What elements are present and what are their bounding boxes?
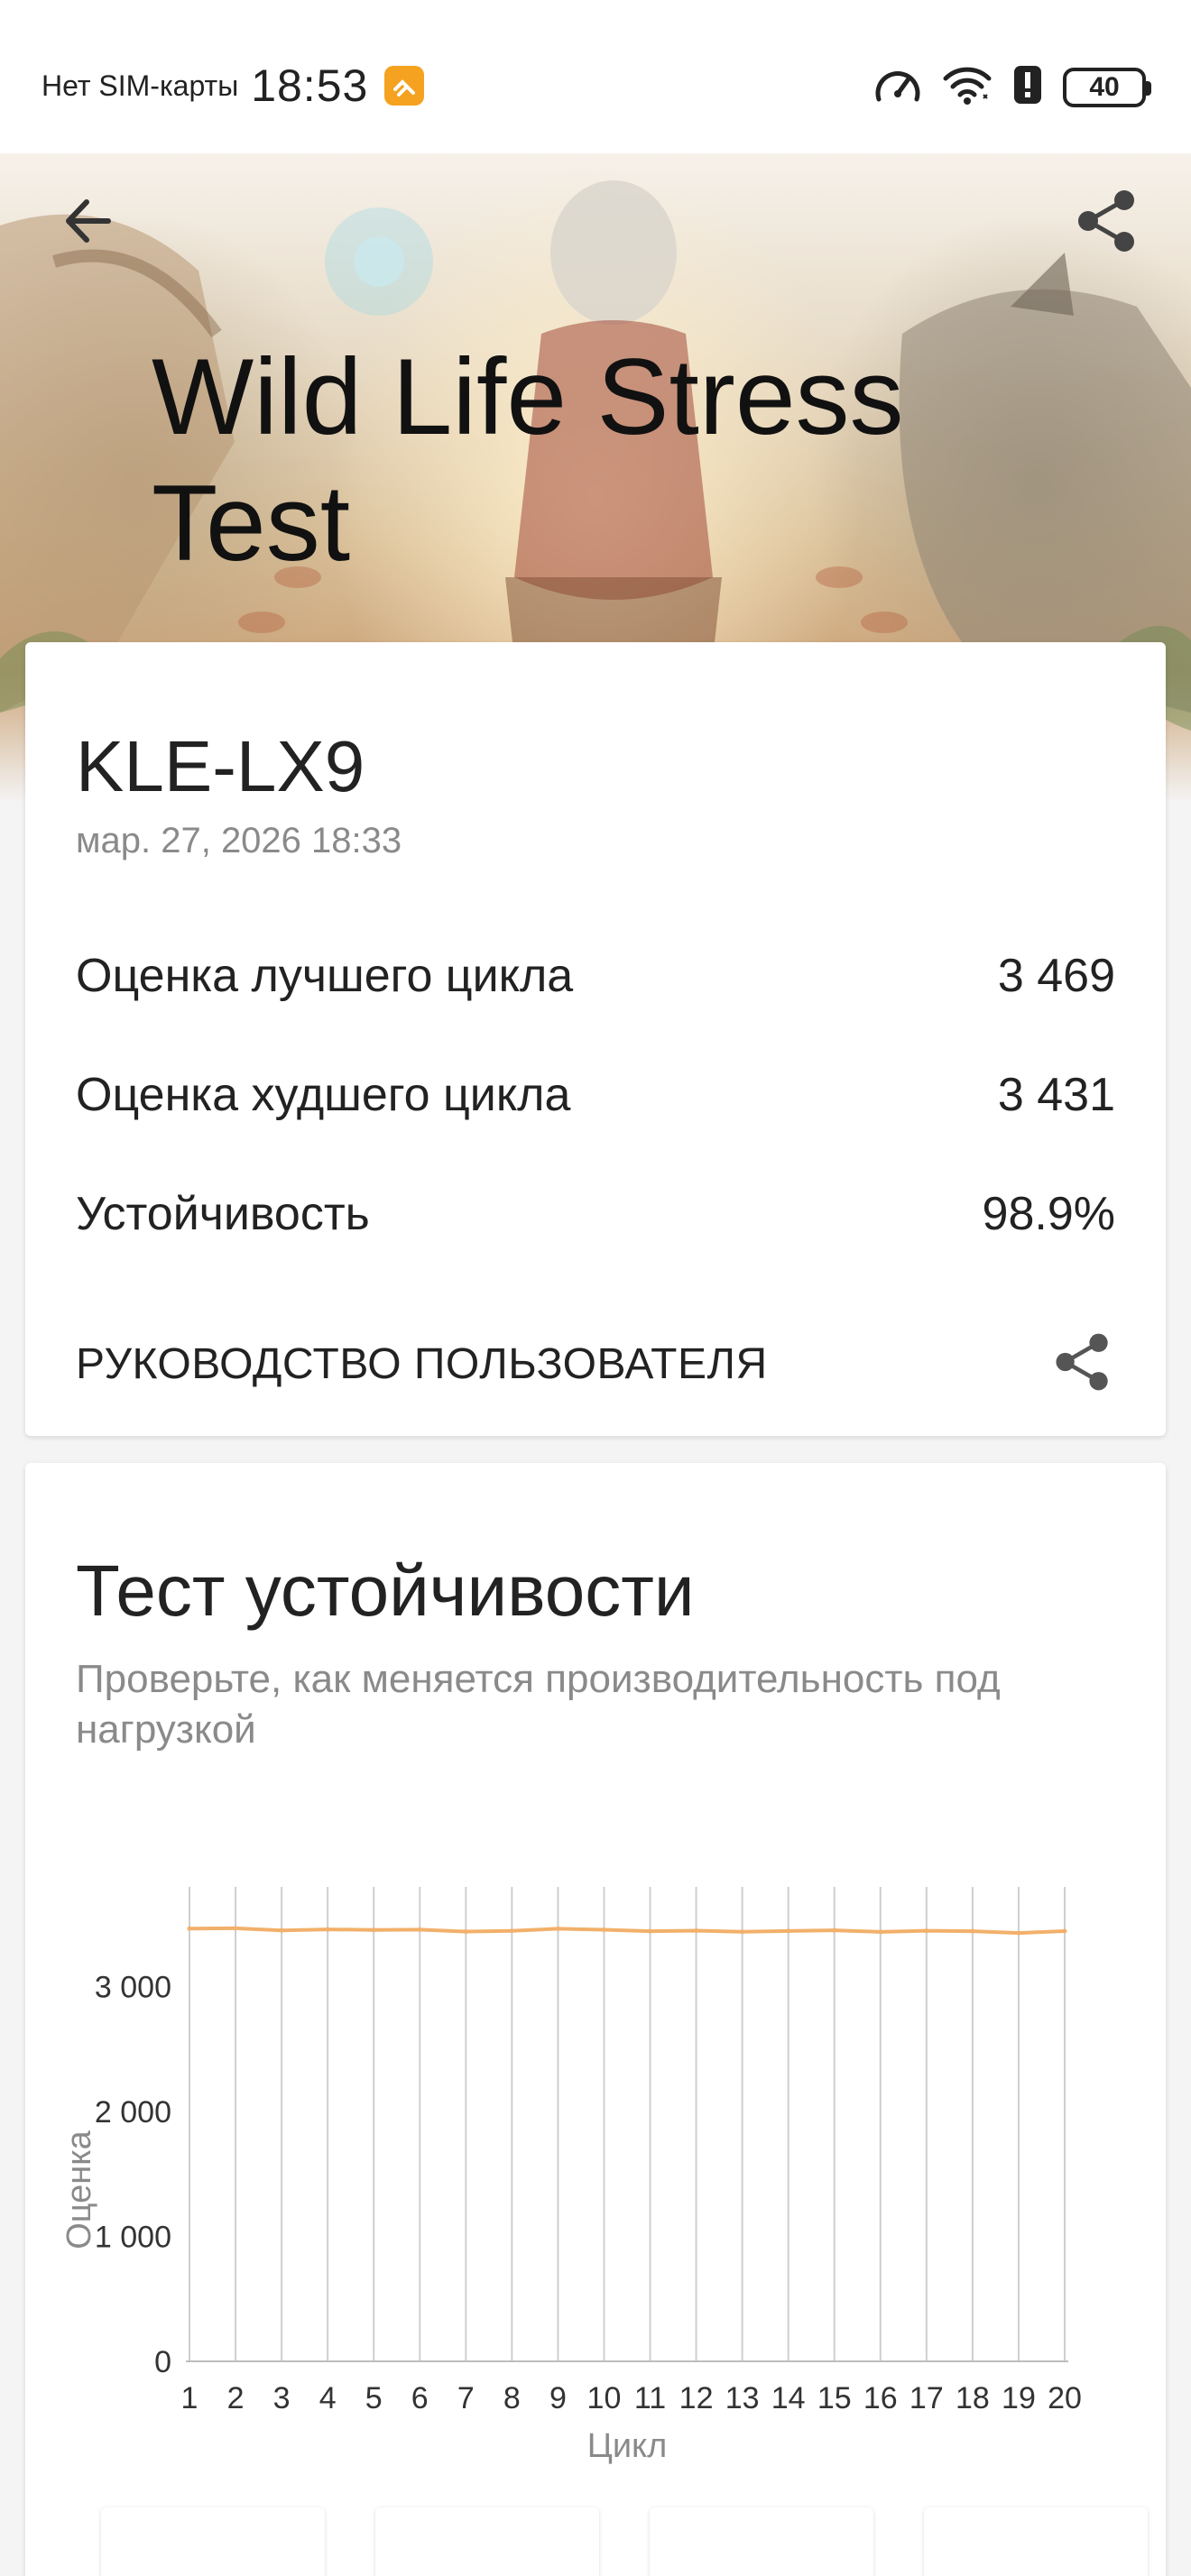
header-share-button[interactable] [1072,186,1142,256]
data-point [371,1927,376,1933]
stability-card: Тест устойчивости Проверьте, как меняетс… [25,1463,1166,2576]
score-tile[interactable]: 3469 [375,2507,599,2576]
x-tick-label: 11 [634,2381,666,2415]
worst-loop-value: 3 431 [997,1069,1115,1121]
y-axis-title: Оценка [60,2130,98,2249]
x-tick-label: 5 [365,2381,383,2415]
y-tick-label: 2 000 [95,2095,171,2130]
data-point [878,1929,883,1935]
stability-subtitle: Проверьте, как меняется производительнос… [76,1657,1001,1752]
data-point [970,1928,975,1934]
x-tick-label: 6 [411,2381,429,2415]
score-tiles: 3466 3469 3451 3460 [101,2507,1148,2576]
x-tick-label: 10 [587,2381,622,2415]
battery-alert-icon [1012,64,1043,110]
notification-app-icon [384,66,425,106]
chart-canvas: 01 0002 0003 0001 2 3 4 5 6 7 8 9 10 11 12 13 14 15 16 1… [60,1887,1082,2465]
stability-value: 98.9% [982,1188,1115,1240]
data-point [924,1928,929,1934]
device-name: KLE-LX9 [76,726,365,806]
series-line [189,1926,1066,1936]
best-loop-value: 3 469 [997,950,1115,1002]
x-tick-label: 12 [679,2381,714,2415]
score-tile[interactable]: 3466 [101,2507,325,2576]
status-bar: Нет SIM-карты 18:53 40 [0,0,1191,153]
battery-icon: 40 [1063,67,1151,107]
x-tick-label: 1 [181,2381,198,2415]
data-point [463,1929,468,1935]
x-tick-label: 20 [1048,2381,1082,2415]
clock: 18:53 [251,60,369,111]
x-tick-label: 2 [227,2381,245,2415]
wifi-icon [942,64,992,110]
guide-share-button[interactable] [1050,1329,1115,1399]
data-point [279,1927,284,1933]
share-icon [1078,190,1134,252]
data-point [694,1927,699,1933]
x-tick-label: 14 [771,2381,806,2415]
x-axis-title: Цикл [587,2427,668,2465]
x-tick-label: 13 [725,2381,760,2415]
x-tick-label: 4 [319,2381,337,2415]
data-point [601,1927,606,1932]
user-guide-link[interactable]: РУКОВОДСТВО ПОЛЬЗОВАТЕЛЯ [76,1310,1115,1418]
data-point [555,1926,560,1931]
x-tick-label: 17 [909,2381,944,2415]
best-loop-label: Оценка лучшего цикла [76,950,574,1002]
data-point [233,1926,238,1931]
worst-loop-row: Оценка худшего цикла 3 431 [76,1059,1115,1131]
x-tick-label: 9 [549,2381,567,2415]
data-point [1062,1928,1067,1934]
x-tick-label: 16 [863,2381,898,2415]
stability-row: Устойчивость 98.9% [76,1178,1115,1250]
y-tick-label: 1 000 [95,2221,171,2255]
x-tick-label: 8 [503,2381,521,2415]
page-title: Wild Life Stress Test [152,336,904,584]
x-tick-label: 7 [457,2381,475,2415]
score-tile[interactable]: 3460 [924,2507,1148,2576]
screen: Нет SIM-карты 18:53 40 Wild Life Stress … [0,0,1191,2576]
result-card: KLE-LX9 мар. 27, 2026 18:33 Оценка лучше… [25,642,1166,1436]
data-point [786,1928,791,1934]
y-tick-label: 0 [154,2345,171,2379]
best-loop-row: Оценка лучшего цикла 3 469 [76,940,1115,1012]
x-tick-label: 3 [273,2381,291,2415]
stability-title: Тест устойчивости [76,1550,695,1631]
data-point [648,1928,653,1934]
speedometer-icon [873,63,922,111]
data-point [832,1927,837,1933]
data-point [187,1926,192,1931]
x-tick-label: 19 [1002,2381,1036,2415]
stability-label: Устойчивость [76,1188,370,1240]
data-point [740,1929,745,1935]
data-point [509,1928,514,1934]
run-date: мар. 27, 2026 18:33 [76,821,402,860]
user-guide-label: РУКОВОДСТВО ПОЛЬЗОВАТЕЛЯ [76,1339,768,1388]
worst-loop-label: Оценка худшего цикла [76,1069,571,1121]
back-button[interactable] [58,189,121,253]
x-tick-label: 15 [817,2381,852,2415]
x-tick-label: 18 [956,2381,990,2415]
share-icon [1056,1333,1108,1390]
data-point [417,1927,422,1932]
y-tick-label: 3 000 [95,1971,171,2005]
score-tile[interactable]: 3451 [650,2507,873,2576]
carrier-label: Нет SIM-карты [42,69,239,102]
data-point [1016,1930,1021,1936]
data-point [325,1927,330,1932]
stability-chart: 01 000 2 000 3 000 1 2 3 4 5 6 7 8 9 10 11 12 13 14 15 16 1… [25,1887,1166,2518]
arrow-left-icon [66,199,111,243]
